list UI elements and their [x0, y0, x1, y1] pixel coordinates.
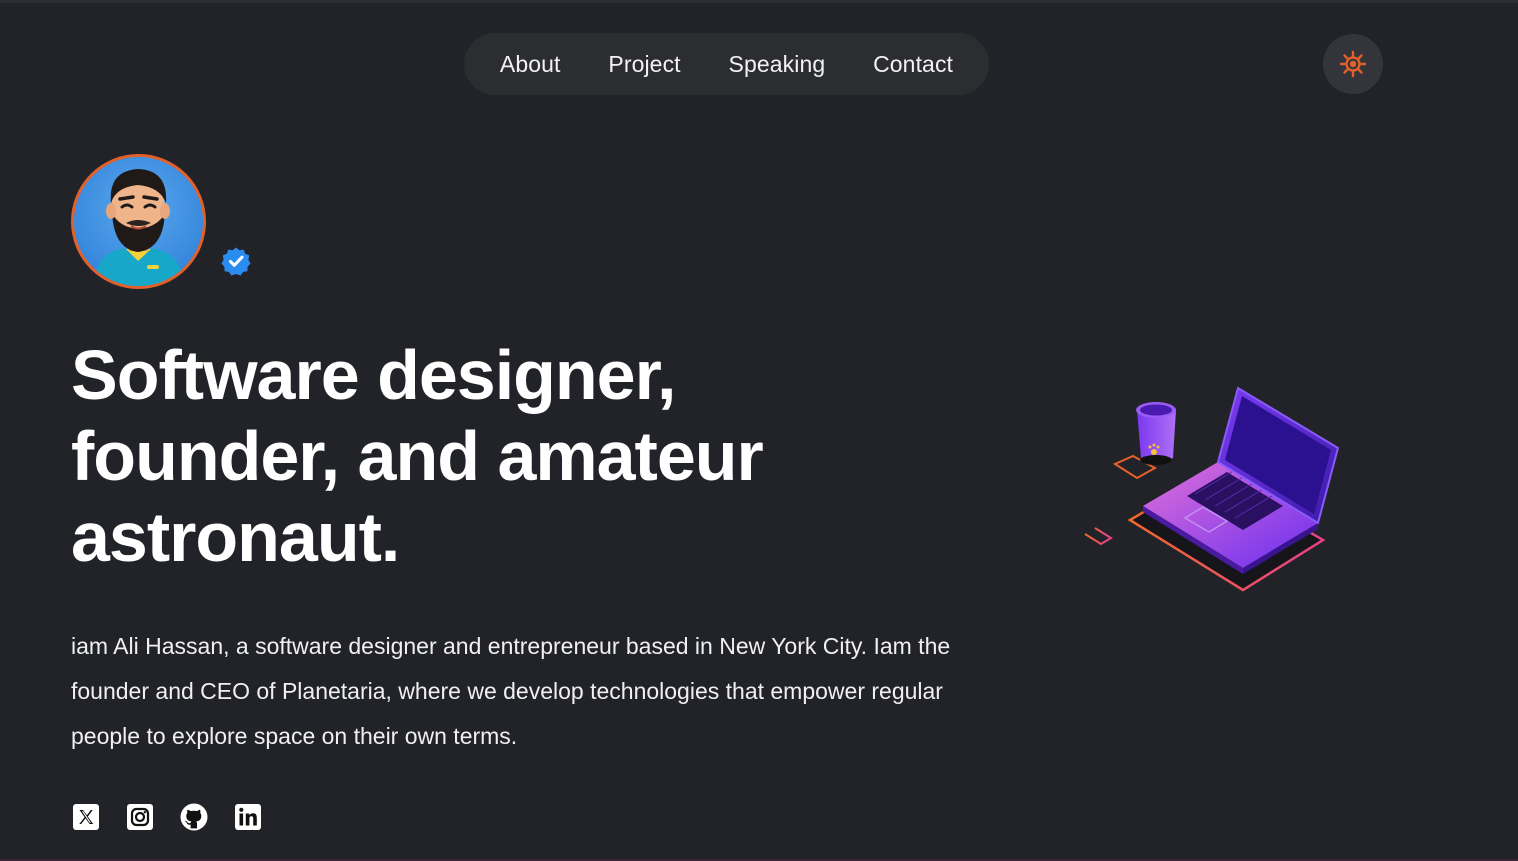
instagram-icon [127, 804, 153, 830]
hero-intro: iam Ali Hassan, a software designer and … [71, 633, 951, 749]
social-links [72, 803, 262, 831]
github-icon [180, 803, 208, 831]
laptop-illustration [1084, 386, 1340, 592]
avatar-illustration [74, 157, 203, 286]
top-nav: About Project Speaking Contact [464, 33, 989, 95]
x-twitter-link[interactable] [72, 803, 100, 831]
page: About Project Speaking Contact Software … [0, 0, 1518, 861]
linkedin-icon [235, 804, 261, 830]
nav-item-speaking[interactable]: Speaking [729, 51, 826, 78]
instagram-link[interactable] [126, 803, 154, 831]
sun-icon [1339, 50, 1367, 78]
verified-badge-icon [221, 247, 251, 276]
nav-item-contact[interactable]: Contact [873, 51, 953, 78]
hero-headline: Software designer, founder, and amateur … [71, 336, 764, 576]
nav-item-project[interactable]: Project [608, 51, 680, 78]
avatar [71, 154, 206, 289]
theme-toggle-button[interactable] [1323, 34, 1383, 94]
linkedin-link[interactable] [234, 803, 262, 831]
github-link[interactable] [180, 803, 208, 831]
nav-item-about[interactable]: About [500, 51, 561, 78]
x-twitter-icon [73, 804, 99, 830]
